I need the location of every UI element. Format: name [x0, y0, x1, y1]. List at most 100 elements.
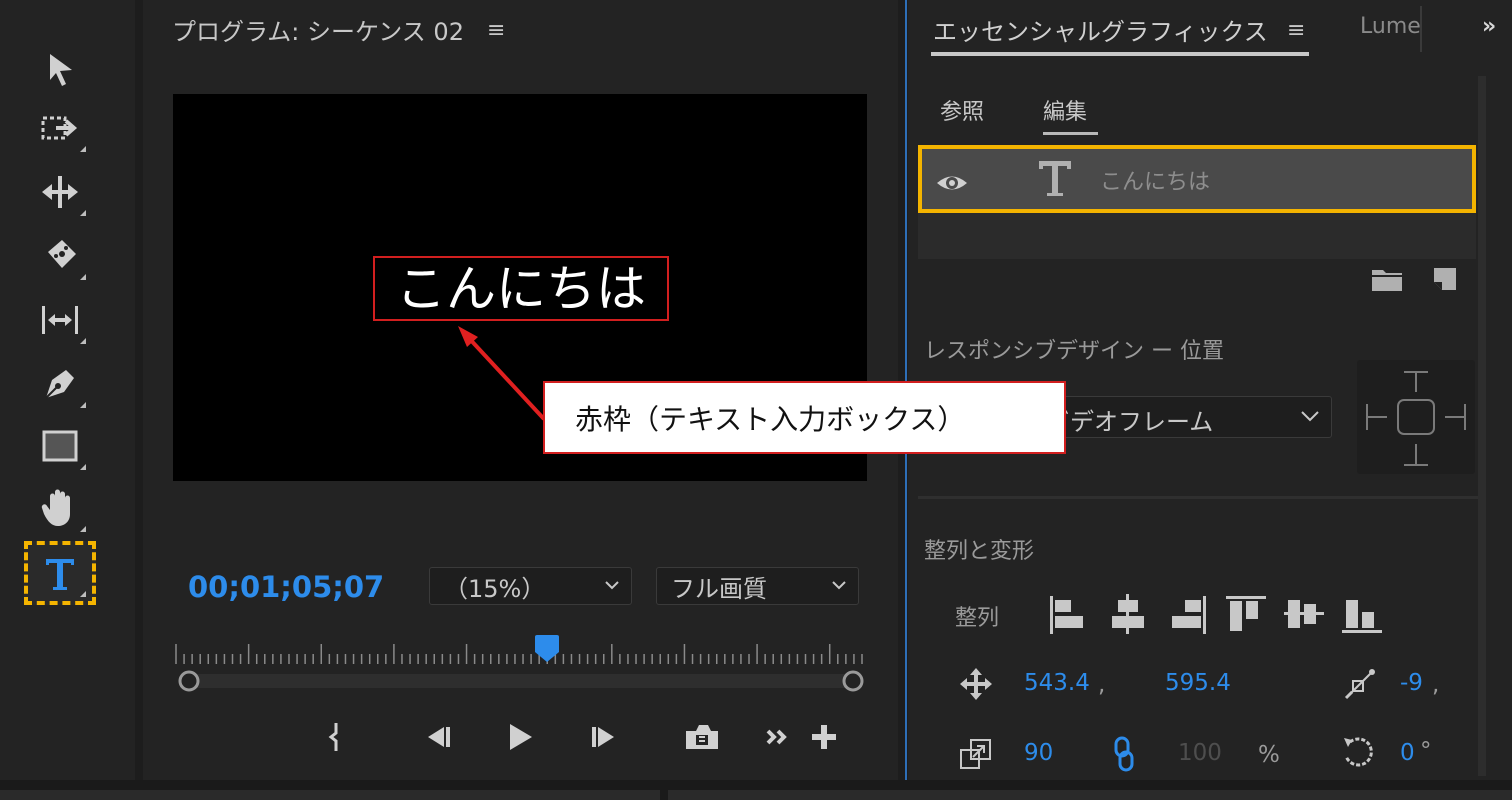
pen-tool-button[interactable] — [28, 356, 92, 412]
scale-icon — [960, 739, 991, 769]
step-back-icon — [428, 727, 450, 747]
chevron-down-icon — [832, 581, 846, 590]
playback-quality-select[interactable]: フル画質 — [656, 567, 859, 605]
marker-icon — [328, 723, 338, 751]
submenu-corner — [80, 210, 86, 216]
position-separator: , — [1098, 672, 1106, 698]
submenu-corner — [80, 526, 86, 532]
type-tool-button[interactable] — [24, 541, 96, 605]
pin-edges-widget[interactable] — [1357, 360, 1475, 474]
arrow-pointer-icon — [50, 54, 72, 86]
responsive-design-label: レスポンシブデザイン ー 位置 — [924, 339, 1224, 364]
bottom-panel-tab — [668, 790, 1512, 800]
submenu-corner — [80, 338, 86, 344]
hand-icon — [41, 489, 70, 526]
active-tab-underline — [1043, 132, 1098, 135]
submenu-corner — [80, 402, 86, 408]
link-icon[interactable] — [1106, 736, 1142, 772]
panel-menu-icon[interactable]: ≡ — [487, 18, 505, 43]
align-horizontal-center-icon[interactable] — [1106, 592, 1150, 636]
time-ruler[interactable] — [174, 640, 864, 666]
text-input-box[interactable]: こんにちは — [373, 256, 669, 321]
align-right-icon[interactable] — [1166, 592, 1210, 636]
play-button[interactable] — [498, 717, 542, 757]
active-tab-underline — [931, 52, 1309, 56]
program-monitor-title[interactable]: プログラム: シーケンス 02 — [172, 12, 464, 47]
anchor-point-icon — [1344, 669, 1375, 700]
tab-edit[interactable]: 編集 — [1043, 94, 1087, 126]
razor-tool-button[interactable] — [28, 228, 92, 284]
submenu-corner — [80, 591, 86, 597]
more-controls-button[interactable] — [756, 717, 800, 757]
align-transform-label: 整列と変形 — [924, 539, 1035, 564]
tab-essential-graphics[interactable]: エッセンシャルグラフィックス — [933, 12, 1268, 47]
scale-height-value: 100 — [1178, 740, 1222, 766]
rotation-icon — [1344, 737, 1373, 767]
step-forward-icon — [592, 727, 614, 747]
anchor-separator: , — [1432, 672, 1440, 698]
double-chevron-right-icon — [766, 729, 787, 745]
rectangle-tool-button[interactable] — [28, 418, 92, 474]
align-vertical-center-icon[interactable] — [1282, 592, 1326, 636]
anchor-x-value[interactable]: -9 — [1400, 670, 1423, 696]
tab-separator — [1420, 6, 1422, 52]
track-select-forward-tool-button[interactable] — [28, 100, 92, 156]
ripple-edit-icon — [42, 176, 78, 208]
tab-lumetri[interactable]: Lume — [1360, 14, 1421, 39]
chevron-down-icon — [605, 581, 619, 590]
camera-icon — [686, 725, 718, 749]
rectangle-icon — [42, 430, 78, 462]
folder-icon[interactable] — [1370, 264, 1404, 294]
tab-browse[interactable]: 参照 — [940, 94, 984, 126]
submenu-corner — [80, 146, 86, 152]
pen-icon — [45, 370, 74, 399]
rotation-value[interactable]: 0 — [1400, 740, 1415, 766]
rotation-unit: ° — [1420, 738, 1432, 764]
zoom-scroll-bar[interactable] — [178, 670, 864, 692]
position-y-value[interactable]: 595.4 — [1165, 670, 1231, 696]
submenu-corner — [80, 274, 86, 280]
eye-icon[interactable] — [935, 170, 969, 196]
ripple-edit-tool-button[interactable] — [28, 164, 92, 220]
slip-icon — [42, 306, 78, 334]
text-layer-icon — [1039, 161, 1071, 196]
play-icon — [510, 724, 532, 750]
section-divider — [918, 496, 1478, 499]
selection-tool-button[interactable] — [28, 42, 92, 98]
align-label: 整列 — [955, 606, 1000, 631]
slip-tool-button[interactable] — [28, 292, 92, 348]
pin-to-value: ビデオフレーム — [1046, 408, 1214, 436]
chevron-down-icon — [1301, 411, 1319, 422]
zoom-level-select[interactable]: （15%） — [429, 567, 632, 605]
panel-menu-icon[interactable]: ≡ — [1287, 18, 1305, 43]
hand-tool-button[interactable] — [28, 480, 92, 536]
tab-overflow-button[interactable]: » — [1482, 14, 1496, 39]
annotation-callout: 赤枠（テキスト入力ボックス） — [543, 381, 1066, 454]
video-text: こんにちは — [396, 259, 646, 318]
step-forward-button[interactable] — [582, 717, 626, 757]
position-x-value[interactable]: 543.4 — [1024, 670, 1090, 696]
plus-icon — [812, 725, 836, 749]
playhead-timecode[interactable]: 00;01;05;07 — [188, 570, 384, 604]
new-layer-icon[interactable] — [1430, 264, 1460, 294]
submenu-corner — [80, 464, 86, 470]
export-frame-button[interactable] — [680, 717, 724, 757]
align-top-icon[interactable] — [1224, 592, 1268, 636]
type-icon — [46, 559, 74, 590]
playback-quality-value: フル画質 — [671, 574, 767, 603]
track-select-icon — [41, 116, 78, 140]
step-back-button[interactable] — [416, 717, 460, 757]
razor-icon — [48, 240, 76, 268]
playhead-handle[interactable] — [534, 634, 560, 664]
scale-value[interactable]: 90 — [1024, 740, 1053, 766]
position-icon — [960, 668, 992, 700]
align-left-icon[interactable] — [1046, 592, 1090, 636]
annotation-text: 赤枠（テキスト入力ボックス） — [575, 402, 966, 436]
zoom-level-value: （15%） — [444, 574, 546, 603]
scale-unit: % — [1258, 742, 1280, 768]
align-bottom-icon[interactable] — [1340, 592, 1384, 636]
button-editor-button[interactable] — [802, 717, 846, 757]
add-marker-button[interactable] — [312, 717, 356, 757]
bottom-panel-tab — [0, 790, 660, 800]
panel-scrollbar[interactable] — [1478, 76, 1486, 776]
